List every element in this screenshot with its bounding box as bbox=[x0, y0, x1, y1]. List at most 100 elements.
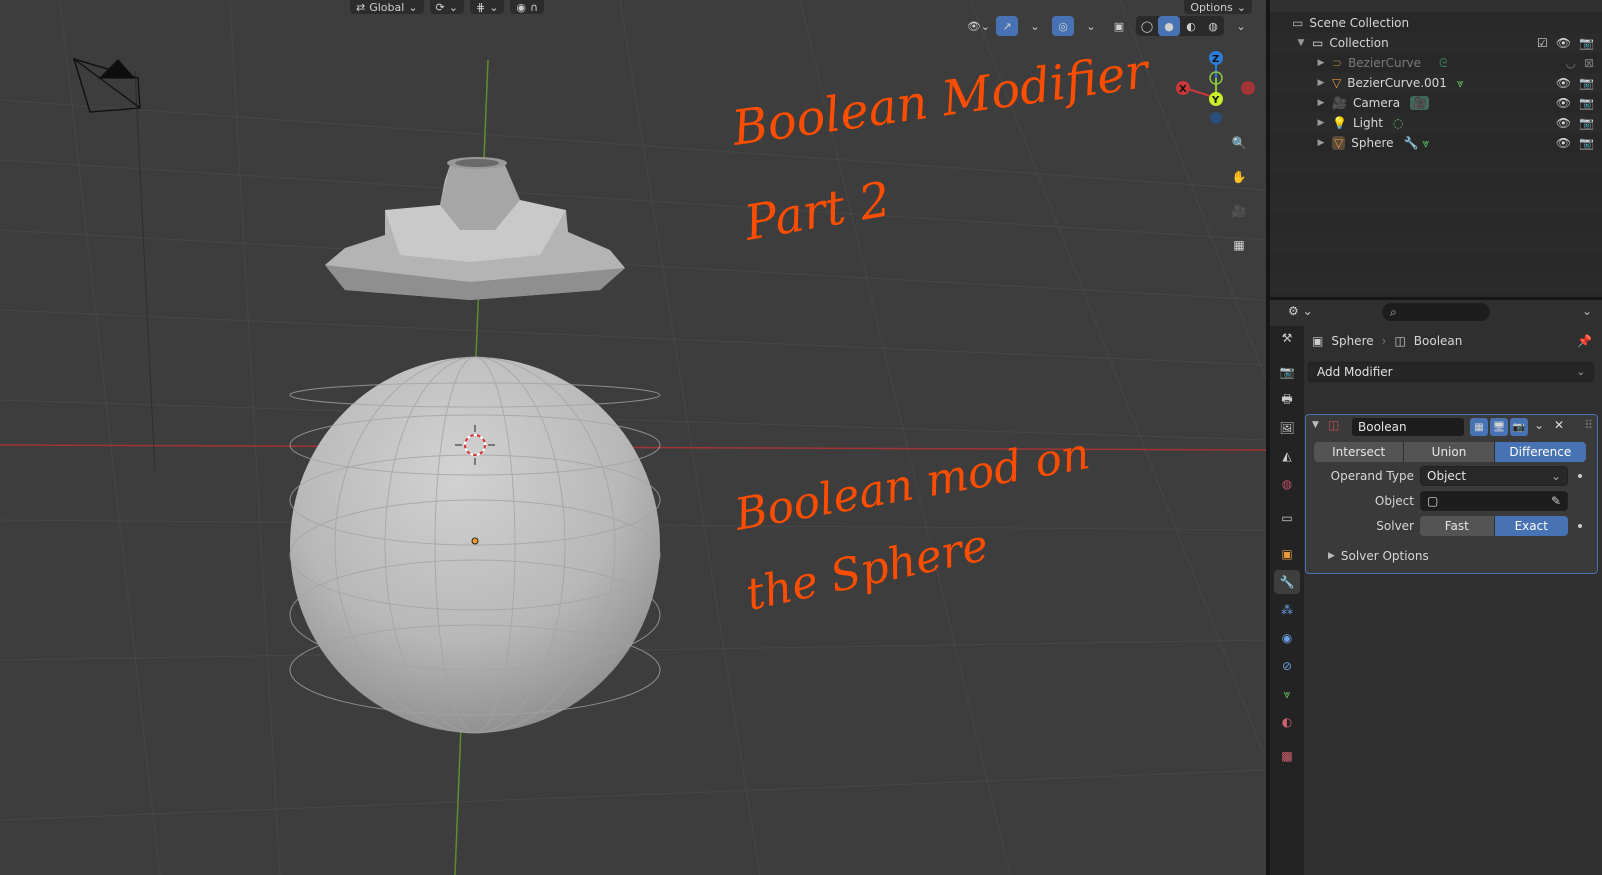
falloff-icon: ∩ bbox=[530, 0, 539, 14]
keyframe-dot-icon[interactable] bbox=[1578, 524, 1582, 528]
outliner-row-beziercurve[interactable]: ▶ ⊃ BezierCurve ᘓ ◡ ⊠ bbox=[1270, 53, 1602, 73]
printer-icon: 🖶 bbox=[1281, 391, 1293, 406]
checkbox-icon[interactable]: ☑ bbox=[1537, 36, 1548, 50]
object-field[interactable]: ▢ ✎ bbox=[1420, 491, 1568, 511]
tab-tool[interactable]: ⚒ bbox=[1274, 326, 1300, 350]
transform-orientation-dropdown[interactable]: ⇄ Global ⌄ bbox=[350, 0, 424, 14]
disclosure-triangle-icon[interactable]: ▶ bbox=[1316, 78, 1326, 88]
visibility-toggle[interactable]: 👁 ⌄ bbox=[967, 16, 990, 36]
disclosure-triangle-icon[interactable]: ▶ bbox=[1316, 98, 1326, 108]
bezier-curve-object[interactable] bbox=[325, 157, 625, 300]
shading-dropdown[interactable]: ⌄ bbox=[1230, 16, 1252, 36]
tab-object[interactable]: ▣ bbox=[1274, 542, 1300, 566]
camera-object[interactable] bbox=[73, 58, 141, 113]
eye-icon[interactable]: 👁 bbox=[1556, 36, 1571, 50]
overlays-toggle[interactable]: ◎ bbox=[1052, 16, 1074, 36]
perspective-toggle-button[interactable]: ▦ bbox=[1226, 232, 1252, 258]
gizmo-toggle[interactable]: ↗ bbox=[996, 16, 1018, 36]
chevron-down-icon: ⌄ bbox=[489, 0, 499, 14]
chevron-down-icon: ⌄ bbox=[1086, 19, 1096, 33]
xray-toggle[interactable]: ▣ bbox=[1108, 16, 1130, 36]
camera-render-icon[interactable]: 📷 bbox=[1579, 116, 1594, 130]
tab-collection[interactable]: ▭ bbox=[1274, 506, 1300, 530]
outliner-row-label: Collection bbox=[1329, 36, 1389, 50]
zoom-button[interactable]: 🔍 bbox=[1226, 130, 1252, 156]
disclosure-triangle-icon[interactable]: ▶ bbox=[1316, 118, 1326, 128]
tab-physics[interactable]: ◉ bbox=[1274, 626, 1300, 650]
disclosure-triangle-icon[interactable]: ▶ bbox=[1316, 58, 1326, 68]
solver-options-subpanel[interactable]: ▶ Solver Options bbox=[1328, 549, 1429, 563]
gizmo-neg-x-handle[interactable] bbox=[1241, 81, 1255, 95]
add-modifier-dropdown[interactable]: Add Modifier ⌄ bbox=[1308, 362, 1594, 382]
outliner-row-beziercurve-001[interactable]: ▶ ▽ BezierCurve.001 ⩔ 👁 📷 bbox=[1270, 73, 1602, 93]
camera-view-button[interactable]: 🎥 bbox=[1226, 198, 1252, 224]
fast-solver-button[interactable]: Fast bbox=[1420, 516, 1495, 536]
tab-render[interactable]: 📷 bbox=[1274, 360, 1300, 384]
navigation-gizmo[interactable]: Z Y X bbox=[1176, 51, 1255, 124]
tab-particles[interactable]: ⁂ bbox=[1274, 598, 1300, 622]
camera-render-icon[interactable]: 📷 bbox=[1579, 76, 1594, 90]
eye-icon[interactable]: 👁 bbox=[1556, 96, 1571, 110]
tab-data[interactable]: ⩔ bbox=[1274, 682, 1300, 706]
keyframe-dot-icon[interactable] bbox=[1578, 474, 1582, 478]
exact-solver-button[interactable]: Exact bbox=[1494, 516, 1568, 536]
disclosure-triangle-icon[interactable]: ▶ bbox=[1316, 138, 1326, 148]
viewport-toggle-icon[interactable]: 🖥 bbox=[1490, 418, 1508, 436]
tab-view-layer[interactable]: 🖼 bbox=[1274, 416, 1300, 440]
modifier-name-field[interactable]: Boolean bbox=[1352, 418, 1464, 436]
editor-type-dropdown[interactable]: ⚙ ⌄ bbox=[1288, 304, 1313, 318]
properties-header: ⚙ ⌄ ⌕ ⌄ bbox=[1270, 300, 1602, 326]
tab-material[interactable]: ◐ bbox=[1274, 710, 1300, 734]
properties-search-input[interactable]: ⌕ bbox=[1382, 303, 1490, 321]
eye-icon[interactable]: 👁 bbox=[1556, 136, 1571, 150]
camera-render-icon[interactable]: 📷 bbox=[1579, 36, 1594, 50]
pivot-point-dropdown[interactable]: ⟳ ⌄ bbox=[429, 0, 464, 14]
proportional-edit-dropdown[interactable]: ◉ ∩ bbox=[510, 0, 545, 14]
gizmo-neg-z-handle[interactable] bbox=[1210, 112, 1222, 124]
tab-modifiers[interactable]: 🔧 bbox=[1274, 570, 1300, 594]
3d-viewport[interactable]: Z Y X Boolean Modifier Part 2 Boolean mo… bbox=[0, 0, 1266, 875]
edit-mode-toggle-icon[interactable]: ▦ bbox=[1470, 418, 1488, 436]
outliner-row-scene-collection[interactable]: ▭ Scene Collection bbox=[1270, 13, 1602, 33]
gizmo-dropdown[interactable]: ⌄ bbox=[1024, 16, 1046, 36]
wireframe-shading-button[interactable]: ◯ bbox=[1136, 16, 1158, 36]
drag-handle-icon[interactable]: ⠿ bbox=[1584, 418, 1593, 432]
outliner-row-camera[interactable]: ▶ 🎥 Camera 🎥 👁 📷 bbox=[1270, 93, 1602, 113]
intersect-button[interactable]: Intersect bbox=[1314, 442, 1405, 462]
operand-type-dropdown[interactable]: Object ⌄ bbox=[1420, 466, 1568, 486]
tab-constraints[interactable]: ⊘ bbox=[1274, 654, 1300, 678]
outliner-row-sphere[interactable]: ▶ ▽ Sphere 🔧 ⩔ 👁 📷 bbox=[1270, 133, 1602, 153]
eye-closed-icon[interactable]: ◡ bbox=[1565, 56, 1575, 70]
camera-render-icon[interactable]: ⊠ bbox=[1584, 56, 1594, 70]
pin-icon[interactable]: 📌 bbox=[1577, 334, 1592, 348]
properties-options-dropdown[interactable]: ⌄ bbox=[1582, 304, 1592, 318]
eyedropper-icon[interactable]: ✎ bbox=[1551, 494, 1561, 508]
union-button[interactable]: Union bbox=[1404, 442, 1495, 462]
outliner-row-label: Light bbox=[1352, 116, 1383, 130]
render-toggle-icon[interactable]: 📷 bbox=[1510, 418, 1528, 436]
camera-render-icon[interactable]: 📷 bbox=[1579, 136, 1594, 150]
chevron-down-icon[interactable]: ⌄ bbox=[1534, 418, 1544, 432]
disclosure-triangle-icon[interactable]: ▼ bbox=[1296, 38, 1306, 48]
outliner-row-collection[interactable]: ▼ ▭ Collection ☑ 👁 📷 bbox=[1270, 33, 1602, 53]
tab-scene[interactable]: ◭ bbox=[1274, 444, 1300, 468]
collapse-triangle-icon[interactable]: ▼ bbox=[1312, 420, 1319, 430]
outliner-row-light[interactable]: ▶ 💡 Light ◌ 👁 📷 bbox=[1270, 113, 1602, 133]
snap-dropdown[interactable]: ⋕ ⌄ bbox=[469, 0, 505, 14]
overlays-dropdown[interactable]: ⌄ bbox=[1080, 16, 1102, 36]
tab-world[interactable]: ◍ bbox=[1274, 472, 1300, 496]
material-shading-button[interactable]: ◐ bbox=[1180, 16, 1202, 36]
tab-texture[interactable]: ▩ bbox=[1274, 744, 1300, 768]
camera-render-icon[interactable]: 📷 bbox=[1579, 96, 1594, 110]
pan-button[interactable]: ✋ bbox=[1226, 164, 1252, 190]
tab-output[interactable]: 🖶 bbox=[1274, 388, 1300, 412]
difference-button[interactable]: Difference bbox=[1494, 442, 1586, 462]
sphere-object[interactable] bbox=[289, 356, 661, 734]
close-icon[interactable]: ✕ bbox=[1554, 418, 1564, 432]
eye-icon[interactable]: 👁 bbox=[1556, 76, 1571, 90]
solid-shading-button[interactable]: ● bbox=[1158, 16, 1180, 36]
chevron-down-icon: ⌄ bbox=[448, 0, 458, 14]
options-dropdown[interactable]: Options ⌄ bbox=[1184, 0, 1252, 14]
rendered-shading-button[interactable]: ◍ bbox=[1202, 16, 1224, 36]
eye-icon[interactable]: 👁 bbox=[1556, 116, 1571, 130]
